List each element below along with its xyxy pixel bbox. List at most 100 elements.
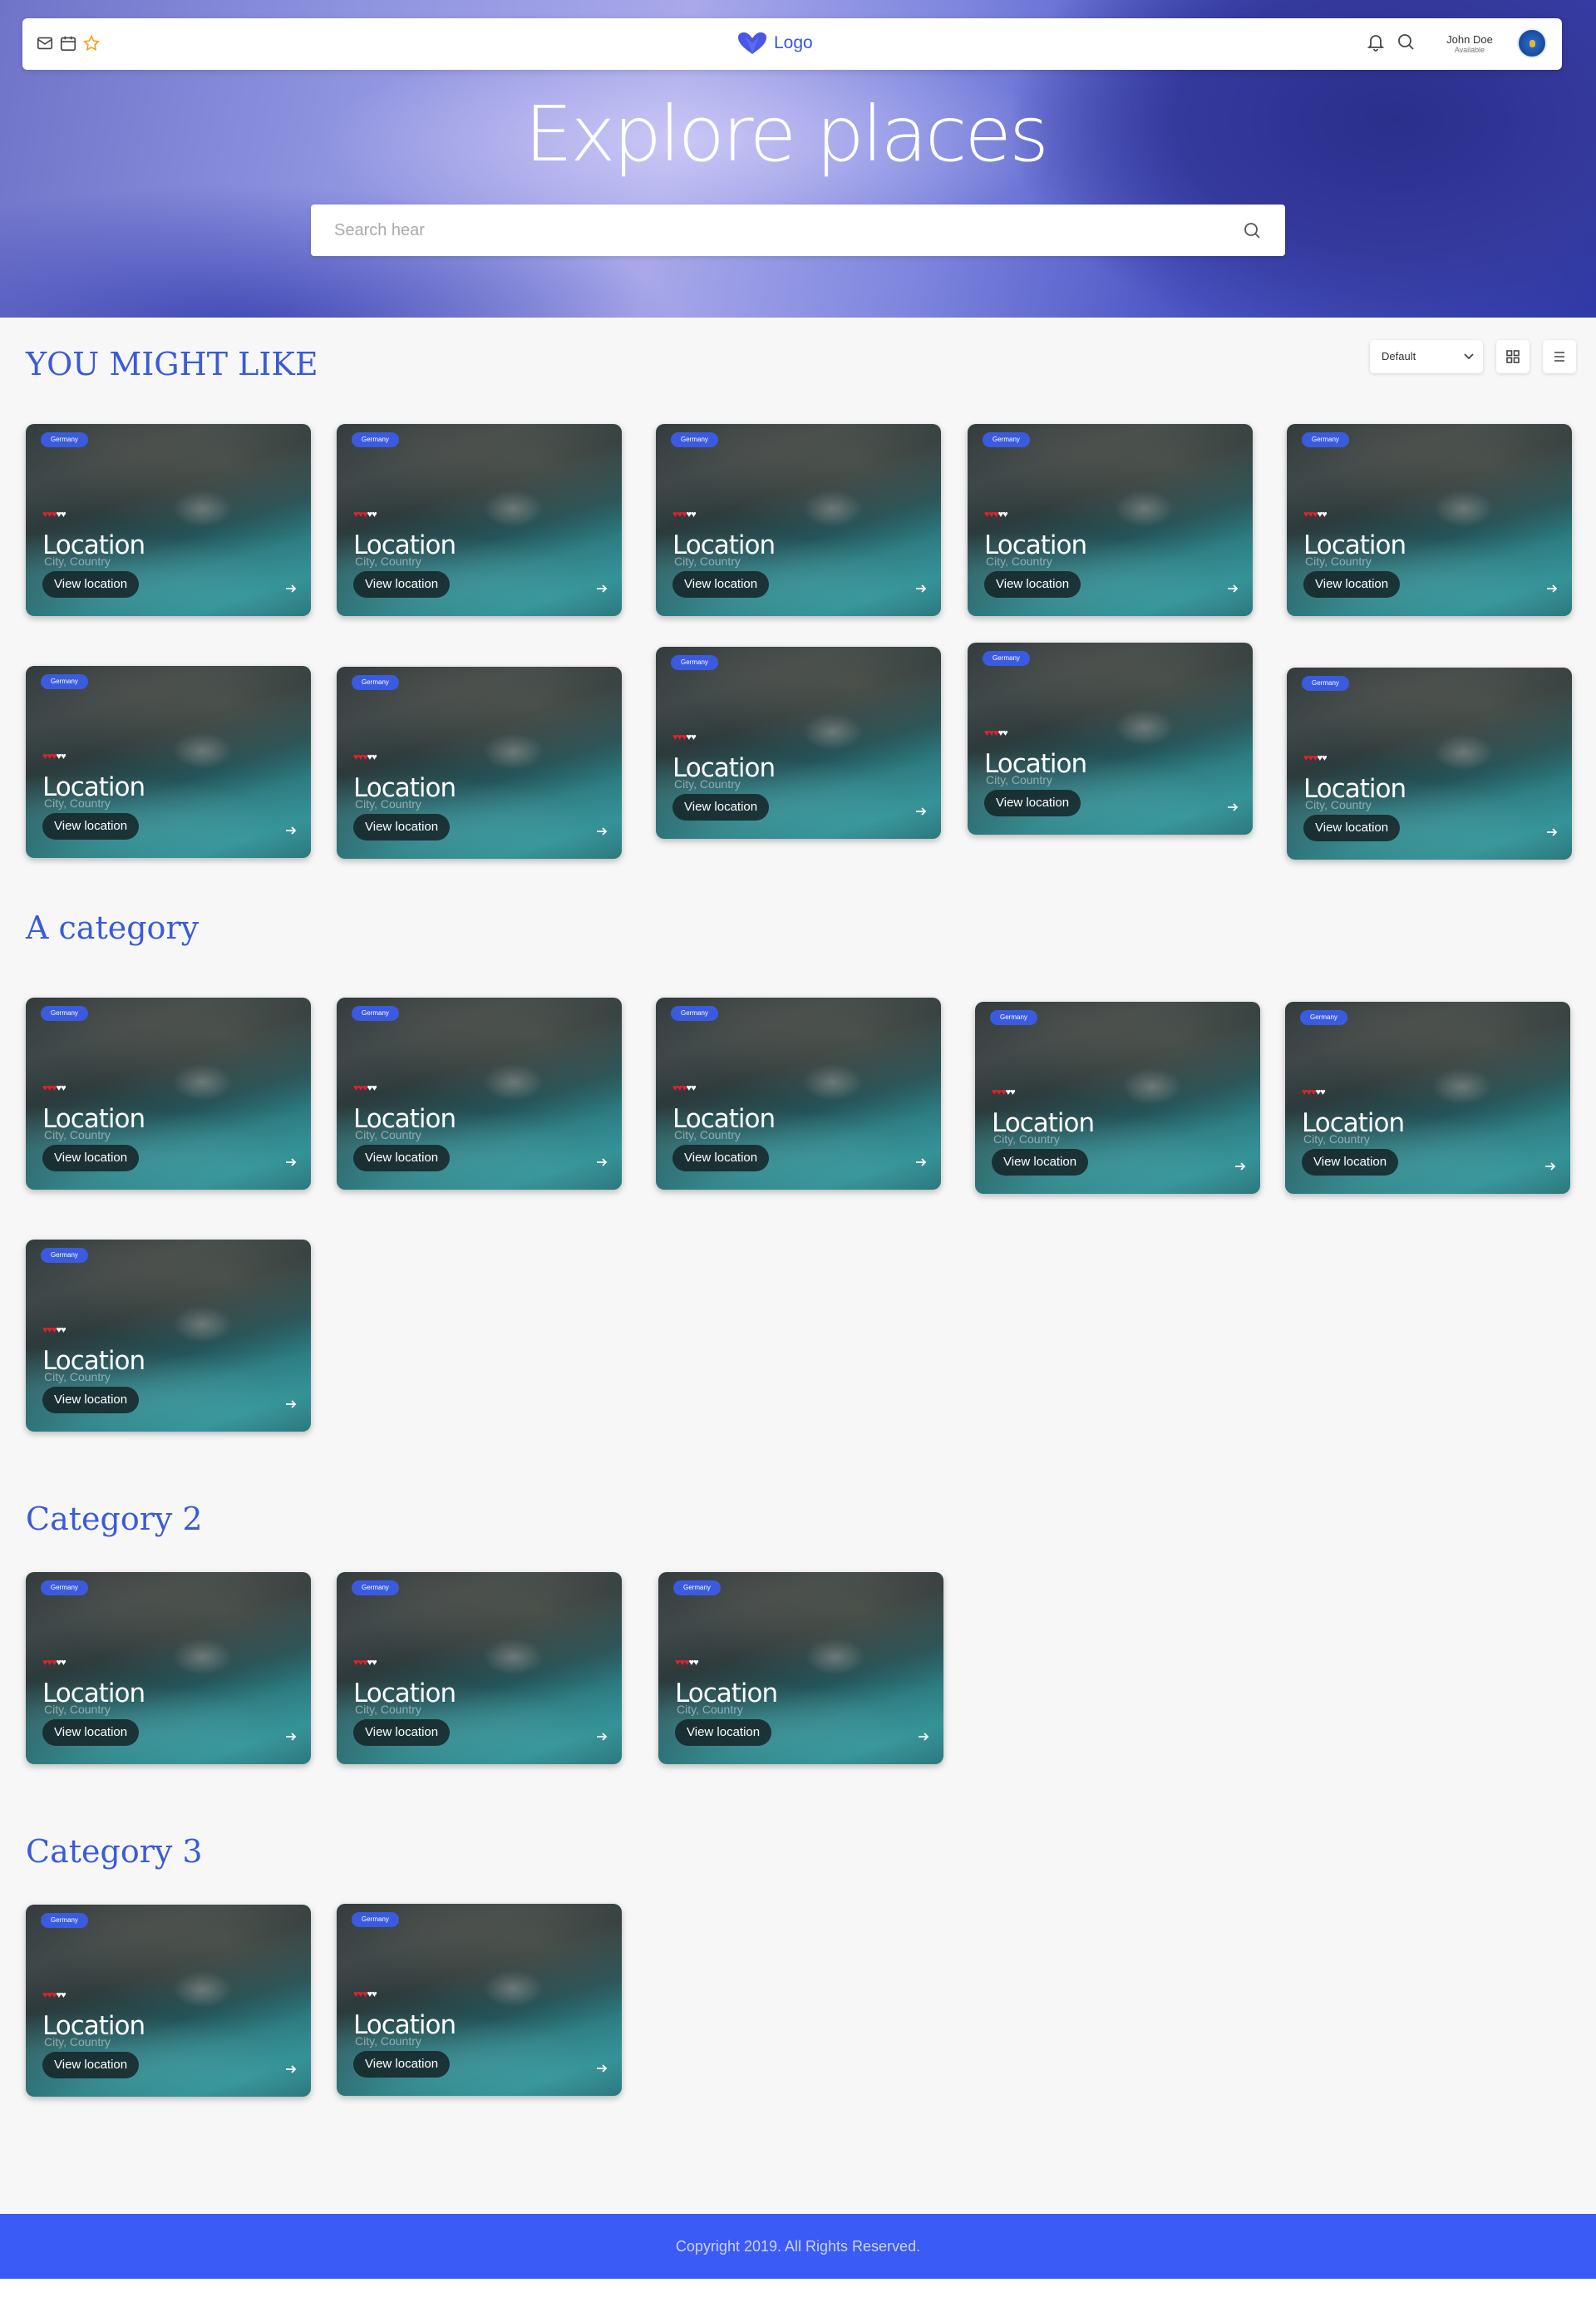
- location-card[interactable]: Germany ♥♥♥♥♥ Location City, Country View lo…: [26, 1905, 311, 2097]
- user-info[interactable]: John Doe Available: [1441, 33, 1499, 54]
- card-subtitle: City, Country: [44, 1128, 111, 1141]
- view-location-button[interactable]: View location: [42, 1145, 140, 1171]
- mail-icon[interactable]: [36, 34, 54, 52]
- arrow-right-icon[interactable]: [284, 1398, 298, 1415]
- avatar[interactable]: [1517, 28, 1547, 58]
- location-card[interactable]: Germany ♥♥♥♥♥ Location City, Country View lo…: [968, 424, 1253, 616]
- view-location-button[interactable]: View location: [42, 1387, 140, 1413]
- hero-banner: Logo John Doe Available Explore places: [0, 0, 1596, 318]
- location-card[interactable]: Germany ♥♥♥♥♥ Location City, Country View lo…: [337, 667, 622, 859]
- view-location-button[interactable]: View location: [42, 571, 140, 598]
- rating-hearts-icon: ♥♥♥♥♥: [42, 1325, 66, 1335]
- country-tag: Germany: [352, 1912, 399, 1927]
- view-location-button[interactable]: View location: [42, 813, 140, 840]
- location-card[interactable]: Germany ♥♥♥♥♥ Location City, Country View lo…: [26, 1572, 311, 1764]
- location-card[interactable]: Germany ♥♥♥♥♥ Location City, Country View lo…: [337, 998, 622, 1190]
- card-subtitle: City, Country: [1305, 798, 1372, 811]
- list-view-button[interactable]: [1543, 340, 1576, 373]
- view-location-button[interactable]: View location: [1303, 815, 1401, 841]
- view-location-button[interactable]: View location: [353, 1719, 451, 1746]
- star-icon[interactable]: [82, 34, 101, 52]
- location-card[interactable]: Germany ♥♥♥♥♥ Location City, Country View lo…: [337, 1572, 622, 1764]
- chevron-down-icon: [1464, 353, 1474, 360]
- arrow-right-icon[interactable]: [1545, 582, 1559, 599]
- arrow-right-icon[interactable]: [284, 824, 298, 841]
- rating-hearts-icon: ♥♥♥♥♥: [353, 1658, 377, 1668]
- view-location-button[interactable]: View location: [42, 2052, 140, 2078]
- location-card[interactable]: Germany ♥♥♥♥♥ Location City, Country View lo…: [337, 424, 622, 616]
- footer: Copyright 2019. All Rights Reserved.: [0, 2214, 1596, 2279]
- location-card[interactable]: Germany ♥♥♥♥♥ Location City, Country View lo…: [1287, 668, 1572, 860]
- location-card[interactable]: Germany ♥♥♥♥♥ Location City, Country View lo…: [26, 666, 311, 858]
- search-icon[interactable]: [1242, 220, 1262, 244]
- view-location-button[interactable]: View location: [353, 814, 451, 841]
- card-subtitle: City, Country: [1305, 555, 1372, 568]
- view-location-button[interactable]: View location: [1302, 1149, 1399, 1176]
- view-location-button[interactable]: View location: [353, 2051, 451, 2078]
- arrow-right-icon[interactable]: [1545, 826, 1559, 843]
- card-subtitle: City, Country: [44, 2035, 111, 2048]
- location-card[interactable]: Germany ♥♥♥♥♥ Location City, Country View lo…: [656, 424, 941, 616]
- view-location-button[interactable]: View location: [672, 571, 770, 598]
- arrow-right-icon[interactable]: [284, 2063, 298, 2080]
- bell-icon[interactable]: [1366, 32, 1386, 56]
- country-tag: Germany: [671, 432, 718, 447]
- country-tag: Germany: [352, 675, 399, 690]
- view-location-button[interactable]: View location: [1303, 571, 1401, 598]
- location-card[interactable]: Germany ♥♥♥♥♥ Location City, Country View lo…: [26, 998, 311, 1190]
- logo[interactable]: Logo: [737, 32, 813, 55]
- arrow-right-icon[interactable]: [1226, 582, 1239, 599]
- grid-view-button[interactable]: [1496, 340, 1530, 373]
- arrow-right-icon[interactable]: [914, 805, 928, 822]
- view-location-button[interactable]: View location: [353, 1145, 451, 1171]
- view-location-button[interactable]: View location: [984, 571, 1081, 598]
- card-subtitle: City, Country: [674, 777, 741, 791]
- view-location-button[interactable]: View location: [672, 1145, 770, 1171]
- rating-hearts-icon: ♥♥♥♥♥: [42, 752, 66, 762]
- location-card[interactable]: Germany ♥♥♥♥♥ Location City, Country View lo…: [26, 424, 311, 616]
- location-card[interactable]: Germany ♥♥♥♥♥ Location City, Country View lo…: [656, 647, 941, 839]
- location-card[interactable]: Germany ♥♥♥♥♥ Location City, Country View lo…: [656, 998, 941, 1190]
- arrow-right-icon[interactable]: [595, 1156, 608, 1173]
- location-card[interactable]: Germany ♥♥♥♥♥ Location City, Country View lo…: [1285, 1002, 1570, 1194]
- calendar-icon[interactable]: [59, 34, 77, 52]
- rating-hearts-icon: ♥♥♥♥♥: [353, 752, 377, 762]
- arrow-right-icon[interactable]: [284, 1730, 298, 1748]
- country-tag: Germany: [41, 1580, 88, 1595]
- location-card[interactable]: Germany ♥♥♥♥♥ Location City, Country View lo…: [975, 1002, 1260, 1194]
- rating-hearts-icon: ♥♥♥♥♥: [672, 1083, 697, 1093]
- arrow-right-icon[interactable]: [284, 1156, 298, 1173]
- location-card[interactable]: Germany ♥♥♥♥♥ Location City, Country View lo…: [337, 1904, 622, 2096]
- sort-select-value: Default: [1382, 350, 1416, 362]
- view-location-button[interactable]: View location: [984, 790, 1081, 816]
- view-location-button[interactable]: View location: [353, 571, 451, 598]
- search-icon[interactable]: [1396, 32, 1416, 56]
- rating-hearts-icon: ♥♥♥♥♥: [42, 1658, 66, 1668]
- sort-select[interactable]: Default: [1370, 340, 1483, 373]
- search-input[interactable]: [334, 219, 1215, 241]
- location-card[interactable]: Germany ♥♥♥♥♥ Location City, Country View lo…: [1287, 424, 1572, 616]
- section-title: A category: [26, 910, 200, 946]
- view-location-button[interactable]: View location: [992, 1149, 1089, 1176]
- view-location-button[interactable]: View location: [672, 794, 770, 821]
- arrow-right-icon[interactable]: [914, 582, 928, 599]
- arrow-right-icon[interactable]: [1234, 1160, 1247, 1177]
- hero-search-bar: [311, 205, 1285, 256]
- country-tag: Germany: [41, 1006, 88, 1021]
- arrow-right-icon[interactable]: [284, 582, 298, 599]
- location-card[interactable]: Germany ♥♥♥♥♥ Location City, Country View lo…: [26, 1240, 311, 1432]
- view-location-button[interactable]: View location: [675, 1719, 772, 1746]
- copyright-text: Copyright 2019. All Rights Reserved.: [675, 2238, 921, 2255]
- arrow-right-icon[interactable]: [595, 825, 608, 842]
- arrow-right-icon[interactable]: [914, 1156, 928, 1173]
- arrow-right-icon[interactable]: [595, 2062, 608, 2079]
- arrow-right-icon[interactable]: [1544, 1160, 1557, 1177]
- arrow-right-icon[interactable]: [595, 582, 608, 599]
- location-card[interactable]: Germany ♥♥♥♥♥ Location City, Country View lo…: [968, 643, 1253, 835]
- location-card[interactable]: Germany ♥♥♥♥♥ Location City, Country View lo…: [658, 1572, 943, 1764]
- arrow-right-icon[interactable]: [595, 1730, 608, 1748]
- view-location-button[interactable]: View location: [42, 1719, 140, 1746]
- arrow-right-icon[interactable]: [1226, 801, 1239, 818]
- arrow-right-icon[interactable]: [917, 1730, 930, 1748]
- rating-hearts-icon: ♥♥♥♥♥: [42, 510, 66, 520]
